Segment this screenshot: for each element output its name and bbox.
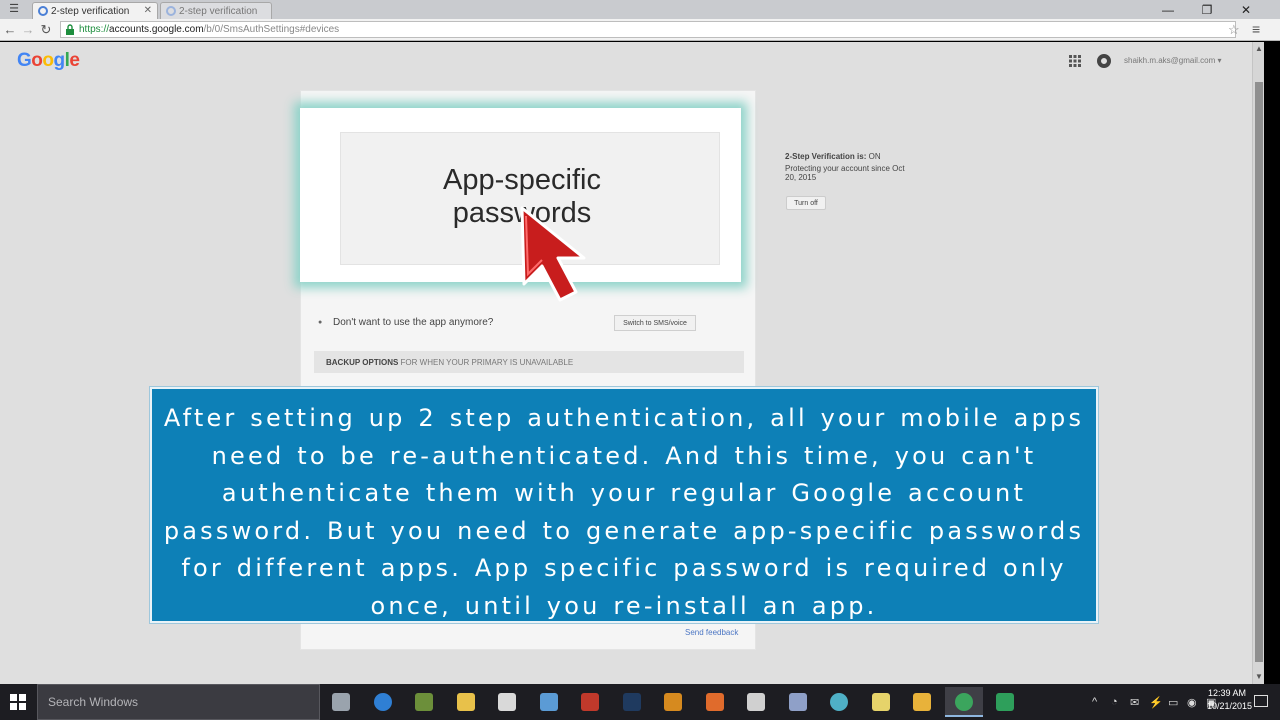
- tab-label: 2-step verification: [51, 6, 130, 17]
- app-row: ● Don't want to use the app anymore? Swi…: [310, 308, 742, 338]
- store-icon: [498, 693, 516, 711]
- clock-time: 12:39 AM: [1207, 688, 1247, 698]
- page-scrollbar[interactable]: ▲ ▼: [1252, 42, 1264, 684]
- address-bar[interactable]: https://accounts.google.com/b/0/SmsAuthS…: [60, 21, 1236, 38]
- tray-icon-0[interactable]: ^: [1092, 696, 1097, 708]
- task-view-icon: [332, 693, 350, 711]
- shortcut-i-icon: [913, 693, 931, 711]
- close-tab-icon[interactable]: ✕: [144, 5, 152, 16]
- backup-options-header: BACKUP OPTIONS FOR WHEN YOUR PRIMARY IS …: [314, 351, 744, 373]
- file-explorer-icon: [456, 693, 475, 711]
- shortcut-j-icon: [996, 693, 1014, 711]
- taskbar-shortcut-d-button[interactable]: [654, 687, 692, 717]
- bookmark-star-icon[interactable]: ☆: [1228, 22, 1240, 38]
- taskbar-store-button[interactable]: [488, 687, 526, 717]
- google-logo[interactable]: Google: [17, 50, 80, 72]
- shortcut-c-icon: [581, 693, 599, 711]
- search-placeholder: Search Windows: [48, 695, 139, 709]
- tutorial-caption: After setting up 2 step authentication, …: [150, 387, 1098, 623]
- close-window-button[interactable]: ✕: [1236, 3, 1256, 17]
- profile-icon[interactable]: ☰: [4, 2, 24, 15]
- shortcut-d-icon: [664, 693, 682, 711]
- taskbar-chrome-button[interactable]: [944, 687, 983, 717]
- network-tool-icon: [788, 693, 807, 711]
- taskbar-shortcut-j-button[interactable]: [986, 687, 1024, 717]
- account-circle-icon[interactable]: [1097, 54, 1111, 68]
- search-windows-box[interactable]: Search Windows: [37, 684, 320, 720]
- tray-icon-3[interactable]: ⚡: [1149, 696, 1163, 709]
- taskbar-photoshop-button[interactable]: [613, 687, 651, 717]
- minimize-button[interactable]: —: [1158, 3, 1178, 17]
- windows-taskbar: Search Windows ^ ◔ ✉ ⚡ ▭ ◉ ▣ 12:39 AM 10/21/20…: [0, 684, 1280, 720]
- lock-icon: [66, 24, 74, 35]
- send-feedback-link[interactable]: Send feedback: [685, 628, 738, 637]
- verification-status: 2-Step Verification is: ON Protecting yo…: [785, 152, 925, 182]
- photoshop-icon: [622, 693, 641, 711]
- reload-icon[interactable]: ↻: [38, 22, 54, 38]
- turn-off-button[interactable]: Turn off: [786, 196, 826, 210]
- taskbar-shortcut-a-button[interactable]: [405, 687, 443, 717]
- taskbar-edge-button[interactable]: [364, 687, 402, 717]
- chrome-menu-icon[interactable]: ≡: [1252, 21, 1260, 37]
- clock[interactable]: 12:39 AM 10/21/2015: [1207, 687, 1253, 713]
- shortcut-b-icon: [539, 693, 558, 711]
- protecting-since: Protecting your account since Oct 20, 20…: [785, 164, 905, 182]
- shortcut-e-icon: [705, 693, 724, 711]
- scroll-thumb[interactable]: [1255, 82, 1263, 662]
- google-favicon-icon: [166, 6, 176, 16]
- tray-icon-4[interactable]: ▭: [1168, 696, 1178, 709]
- taskbar-file-explorer-button[interactable]: [447, 687, 485, 717]
- tab-2-step-verification-active[interactable]: 2-step verification ✕: [32, 2, 158, 19]
- action-center-icon[interactable]: [1254, 695, 1268, 707]
- shortcut-a-icon: [415, 693, 433, 711]
- shortcut-h-icon: [871, 693, 890, 711]
- taskbar-shortcut-f-button[interactable]: [737, 687, 775, 717]
- taskbar-shortcut-b-button[interactable]: [530, 687, 568, 717]
- backup-subheading: FOR WHEN YOUR PRIMARY IS UNAVAILABLE: [400, 358, 574, 367]
- url-scheme: https://: [79, 24, 110, 35]
- pointer-cursor-icon: [520, 206, 586, 302]
- scroll-up-icon[interactable]: ▲: [1255, 44, 1263, 53]
- chrome-icon: [954, 693, 973, 711]
- shortcut-g-icon: [830, 693, 848, 711]
- maximize-button[interactable]: ❐: [1197, 3, 1217, 17]
- tab-2-step-verification[interactable]: 2-step verification: [160, 2, 272, 19]
- switch-to-sms-button[interactable]: Switch to SMS/voice: [614, 315, 696, 331]
- tray-icon-5[interactable]: ◉: [1187, 696, 1197, 709]
- account-email[interactable]: shaikh.m.aks@gmail.com ▾: [1124, 56, 1222, 65]
- taskbar-shortcut-i-button[interactable]: [903, 687, 941, 717]
- forward-arrow-icon[interactable]: →: [20, 22, 36, 37]
- taskbar-shortcut-h-button[interactable]: [862, 687, 900, 717]
- taskbar-shortcut-g-button[interactable]: [820, 687, 858, 717]
- browser-toolbar: ← → ↻ https://accounts.google.com/b/0/Sm…: [0, 19, 1280, 41]
- taskbar-shortcut-e-button[interactable]: [696, 687, 734, 717]
- url-host: accounts.google.com: [109, 24, 204, 35]
- status-label: 2-Step Verification is:: [785, 152, 867, 161]
- status-value: ON: [868, 152, 881, 161]
- google-favicon-icon: [38, 6, 48, 16]
- tab-strip: ☰ 2-step verification ✕ 2-step verificat…: [0, 0, 1280, 19]
- back-arrow-icon[interactable]: ←: [2, 22, 18, 37]
- zoom-title-line1: App-specific: [443, 164, 601, 196]
- tab-label: 2-step verification: [179, 6, 258, 17]
- taskbar-network-tool-button[interactable]: [779, 687, 817, 717]
- backup-heading: BACKUP OPTIONS: [326, 358, 399, 367]
- bullet-icon: ●: [318, 319, 323, 326]
- taskbar-shortcut-c-button[interactable]: [571, 687, 609, 717]
- caption-text: After setting up 2 step authentication, …: [163, 404, 1085, 620]
- shortcut-f-icon: [747, 693, 765, 711]
- tray-icon-1[interactable]: ◔: [1111, 696, 1118, 708]
- taskbar-task-view-button[interactable]: [322, 687, 360, 717]
- apps-grid-icon[interactable]: [1069, 55, 1081, 67]
- clock-date: 10/21/2015: [1207, 701, 1253, 711]
- tray-icon-2[interactable]: ✉: [1130, 696, 1139, 709]
- window-edge: [1264, 42, 1280, 684]
- url-path: /b/0/SmsAuthSettings#devices: [203, 24, 340, 35]
- scroll-down-icon[interactable]: ▼: [1255, 672, 1263, 681]
- edge-icon: [373, 693, 392, 711]
- dont-use-app-text: Don't want to use the app anymore?: [333, 317, 494, 328]
- windows-start-icon[interactable]: [10, 694, 26, 710]
